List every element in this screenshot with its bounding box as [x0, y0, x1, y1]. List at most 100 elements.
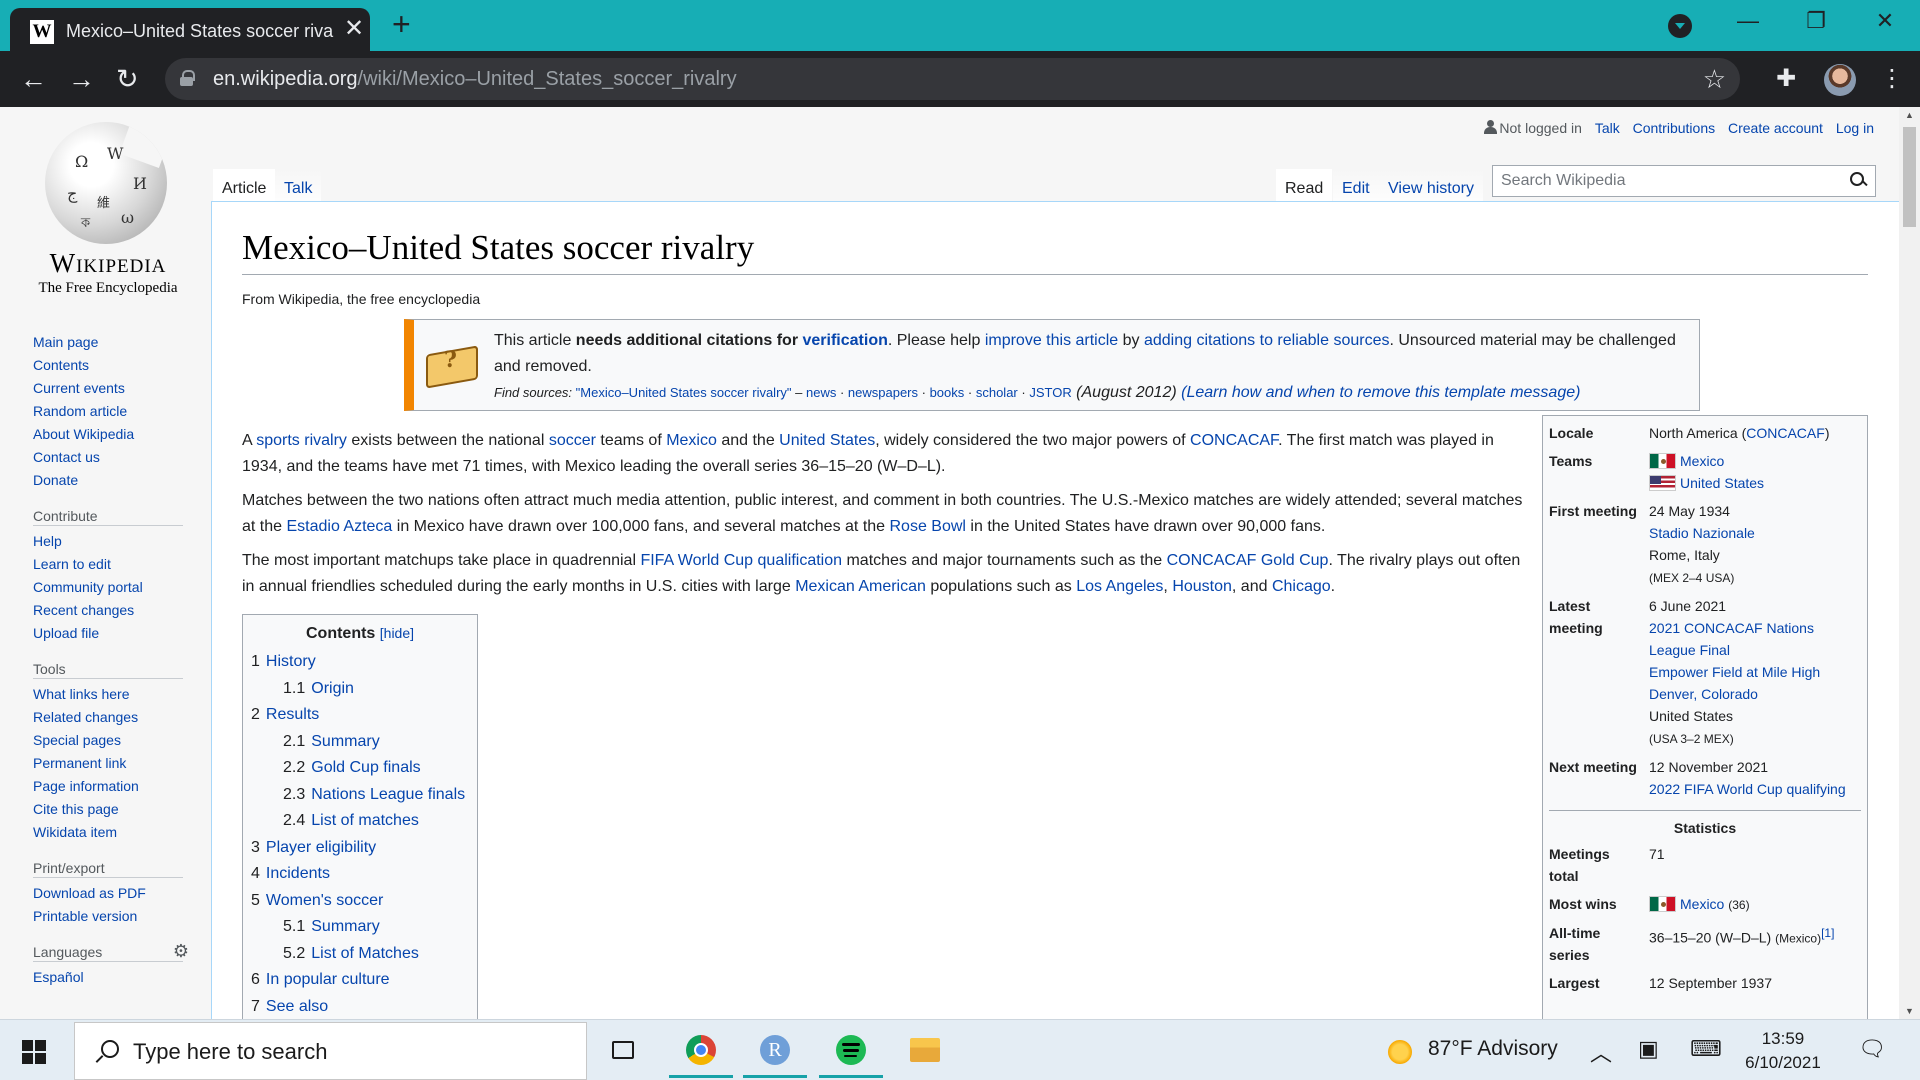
- stadio-nazionale-link[interactable]: Stadio Nazionale: [1649, 525, 1755, 541]
- sidebar-item-contribute-4[interactable]: Upload file: [33, 622, 193, 645]
- sidebar-item-print-0[interactable]: Download as PDF: [33, 882, 193, 905]
- toc-item-link[interactable]: Origin: [311, 680, 354, 697]
- los-angeles-link[interactable]: Los Angeles: [1076, 578, 1163, 595]
- wc-qualifying-link[interactable]: 2022 FIFA World Cup qualifying: [1649, 781, 1846, 797]
- log-in-link[interactable]: Log in: [1836, 120, 1874, 136]
- sidebar-item-print-1[interactable]: Printable version: [33, 905, 193, 928]
- sidebar-item-contribute-1[interactable]: Learn to edit: [33, 553, 193, 576]
- toc-item[interactable]: 2.3 Nations League finals: [251, 782, 469, 809]
- windows-start-icon[interactable]: [22, 1040, 46, 1064]
- mexican-american-link[interactable]: Mexican American: [795, 578, 926, 595]
- toc-item-link[interactable]: Results: [266, 706, 319, 723]
- toc-item-link[interactable]: In popular culture: [266, 971, 390, 988]
- sidebar-item-contribute-3[interactable]: Recent changes: [33, 599, 193, 622]
- concacaf-infobox-link[interactable]: CONCACAF: [1746, 425, 1825, 441]
- toc-hide-toggle[interactable]: [hide]: [380, 625, 414, 641]
- sidebar-item-language-0[interactable]: Español: [33, 966, 193, 989]
- denver-link[interactable]: Denver, Colorado: [1649, 686, 1758, 702]
- address-bar[interactable]: en.wikipedia.org/wiki/Mexico–United_Stat…: [165, 58, 1740, 100]
- scroll-up-icon[interactable]: ▲: [1905, 110, 1914, 120]
- soccer-link[interactable]: soccer: [549, 432, 596, 449]
- concacaf-link[interactable]: CONCACAF: [1190, 432, 1278, 449]
- improve-article-link[interactable]: improve this article: [985, 332, 1118, 349]
- notifications-icon[interactable]: 🗨: [1858, 1036, 1886, 1062]
- toc-item[interactable]: 2 Results: [251, 702, 469, 729]
- sidebar-item-nav-4[interactable]: About Wikipedia: [33, 423, 193, 446]
- minimize-button[interactable]: —: [1733, 8, 1763, 34]
- sidebar-item-nav-3[interactable]: Random article: [33, 400, 193, 423]
- houston-link[interactable]: Houston: [1172, 578, 1232, 595]
- toc-item-link[interactable]: Nations League finals: [311, 786, 465, 803]
- profile-avatar[interactable]: [1824, 64, 1856, 96]
- search-box[interactable]: [1492, 165, 1876, 197]
- sidebar-item-nav-2[interactable]: Current events: [33, 377, 193, 400]
- toc-item-link[interactable]: See also: [266, 998, 328, 1015]
- sidebar-item-tools-1[interactable]: Related changes: [33, 706, 193, 729]
- bookmark-star-icon[interactable]: ☆: [1703, 64, 1726, 95]
- toc-item[interactable]: 7 See also: [251, 994, 469, 1020]
- taskbar-search-box[interactable]: Type here to search: [74, 1022, 587, 1080]
- sidebar-item-nav-0[interactable]: Main page: [33, 331, 193, 354]
- reference-1-link[interactable]: [1]: [1821, 926, 1834, 940]
- sidebar-item-nav-5[interactable]: Contact us: [33, 446, 193, 469]
- new-tab-button[interactable]: +: [392, 8, 411, 40]
- create-account-link[interactable]: Create account: [1728, 120, 1823, 136]
- toc-item[interactable]: 2.4 List of matches: [251, 808, 469, 835]
- most-wins-mexico-link[interactable]: Mexico: [1680, 896, 1724, 912]
- sidebar-item-tools-5[interactable]: Cite this page: [33, 798, 193, 821]
- toc-item-link[interactable]: Summary: [311, 733, 379, 750]
- toc-item[interactable]: 3 Player eligibility: [251, 835, 469, 862]
- languages-heading[interactable]: Languages ⚙: [33, 941, 189, 962]
- contribute-heading[interactable]: Contribute: [33, 506, 183, 526]
- file-explorer-taskbar-icon[interactable]: [889, 1022, 961, 1078]
- chevron-up-icon[interactable]: ︿: [1590, 1036, 1612, 1068]
- sidebar-item-tools-4[interactable]: Page information: [33, 775, 193, 798]
- toc-item-link[interactable]: Women's soccer: [266, 892, 383, 909]
- find-sources-jstor-link[interactable]: JSTOR: [1029, 385, 1071, 400]
- find-sources-books-link[interactable]: books: [930, 385, 965, 400]
- page-scrollbar[interactable]: ▲ ▼: [1899, 107, 1920, 1019]
- task-view-icon[interactable]: [588, 1022, 660, 1078]
- adding-citations-link[interactable]: adding citations to reliable sources: [1144, 332, 1389, 349]
- mexico-team-link[interactable]: Mexico: [1680, 453, 1724, 469]
- sidebar-item-nav-6[interactable]: Donate: [33, 469, 193, 492]
- sports-rivalry-link[interactable]: sports rivalry: [256, 432, 347, 449]
- sidebar-item-tools-0[interactable]: What links here: [33, 683, 193, 706]
- toc-item[interactable]: 2.2 Gold Cup finals: [251, 755, 469, 782]
- rose-bowl-link[interactable]: Rose Bowl: [890, 518, 966, 535]
- weather-sun-icon[interactable]: [1388, 1040, 1412, 1064]
- gear-icon[interactable]: ⚙: [173, 941, 189, 961]
- restore-button[interactable]: ❐: [1801, 8, 1831, 34]
- chrome-taskbar-icon[interactable]: [665, 1022, 737, 1078]
- mexico-link[interactable]: Mexico: [666, 432, 717, 449]
- forward-arrow-icon[interactable]: →: [68, 64, 95, 94]
- estadio-azteca-link[interactable]: Estadio Azteca: [286, 518, 392, 535]
- lock-icon[interactable]: [180, 70, 195, 86]
- sidebar-item-tools-3[interactable]: Permanent link: [33, 752, 193, 775]
- user-talk-link[interactable]: Talk: [1595, 120, 1620, 136]
- toc-item-link[interactable]: List of Matches: [311, 945, 419, 962]
- meet-now-icon[interactable]: ▣: [1638, 1036, 1659, 1062]
- search-icon[interactable]: [1850, 172, 1866, 188]
- learn-remove-template-link[interactable]: (Learn how and when to remove this templ…: [1181, 384, 1580, 401]
- reload-icon[interactable]: ↻: [116, 64, 139, 94]
- chicago-link[interactable]: Chicago: [1272, 578, 1331, 595]
- verification-link[interactable]: verification: [803, 332, 888, 349]
- toc-item-link[interactable]: Gold Cup finals: [311, 759, 420, 776]
- scroll-down-icon[interactable]: ▼: [1905, 1006, 1914, 1016]
- close-tab-icon[interactable]: ✕: [344, 17, 364, 41]
- find-sources-newspapers-link[interactable]: newspapers: [848, 385, 918, 400]
- toc-item[interactable]: 1.1 Origin: [251, 676, 469, 703]
- search-input[interactable]: [1501, 170, 1831, 192]
- sidebar-item-contribute-2[interactable]: Community portal: [33, 576, 193, 599]
- contributions-link[interactable]: Contributions: [1633, 120, 1716, 136]
- weather-widget[interactable]: 87°F Advisory: [1428, 1037, 1558, 1061]
- browser-tab[interactable]: W Mexico–United States soccer rivalry - …: [10, 8, 370, 51]
- close-window-button[interactable]: ✕: [1870, 8, 1900, 34]
- spotify-taskbar-icon[interactable]: [815, 1022, 887, 1078]
- system-clock[interactable]: 13:59 6/10/2021: [1738, 1027, 1828, 1075]
- url-text[interactable]: en.wikipedia.org/wiki/Mexico–United_Stat…: [213, 68, 737, 91]
- usa-team-link[interactable]: United States: [1680, 475, 1764, 491]
- toc-item[interactable]: 1 History: [251, 649, 469, 676]
- toc-item-link[interactable]: Incidents: [266, 865, 330, 882]
